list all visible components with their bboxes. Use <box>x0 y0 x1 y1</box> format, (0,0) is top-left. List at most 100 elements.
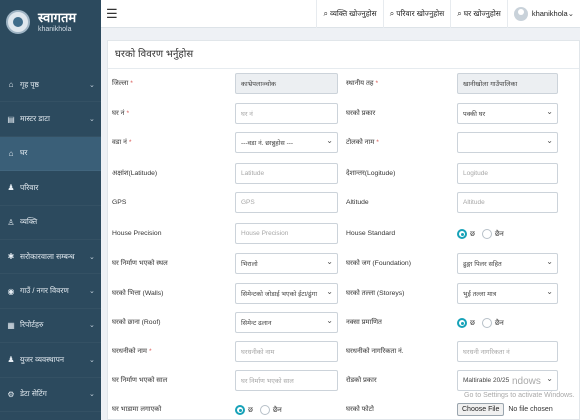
field-label: देशान्तर(Logitude) <box>346 170 396 177</box>
sidebar-item-label: गृह पृष्ठ <box>20 79 39 89</box>
select-field[interactable]: भिरालो <box>235 253 338 274</box>
text-field[interactable]: घर नं <box>235 103 338 124</box>
field-label: घर नं * <box>112 110 130 117</box>
field-label: रोडको प्रकार <box>346 377 377 384</box>
sidebar-item[interactable]: ▦ रिपोर्टहरु ⌄ <box>0 309 101 344</box>
brand: स्वागतम khanikhola <box>0 0 101 44</box>
top-search-link[interactable]: ⌕ परिवार खोज्नुहोस <box>382 0 451 28</box>
select-field[interactable]: पक्की घर <box>457 103 558 124</box>
radio-button[interactable] <box>481 318 492 328</box>
top-search-link[interactable]: ⌕ व्यक्ति खोज्नुहोस <box>316 0 382 28</box>
top-link-label: घर खोज्नुहोस <box>463 8 501 18</box>
user-name: khanikhola <box>531 9 568 18</box>
sidebar-item[interactable]: ♟ युजर व्यवस्थापन ⌄ <box>0 343 101 378</box>
field-value: काभ्रेपलाञ्चोक <box>241 81 276 88</box>
chevron-down-icon: ⌄ <box>89 288 95 296</box>
home-icon: ⌂ <box>8 148 14 158</box>
settings-icon: ⚙ <box>7 389 15 399</box>
field-label: घरको फोटो <box>346 406 374 413</box>
field-value: खानीखोला गाउँपालिका <box>463 81 518 88</box>
field-label: घरको प्रकार <box>346 110 376 117</box>
select-field[interactable]: सिमेन्टको जोडाई भएको ईटा/ढुंगा <box>235 283 338 304</box>
field-label: GPS <box>112 199 127 206</box>
field-label: घरधनीको नागरिकता नं. <box>346 348 404 355</box>
radio-button[interactable] <box>259 405 270 415</box>
brand-title: स्वागतम <box>38 9 77 25</box>
placeholder-text: House Precision <box>241 230 289 237</box>
top-search-link[interactable]: ⌕ घर खोज्नुहोस <box>450 0 507 28</box>
user-menu[interactable]: khanikhola ⌄ <box>506 0 580 28</box>
text-field[interactable]: घर निर्माण भएको साल <box>235 370 338 391</box>
family-icon: ♟ <box>7 183 15 193</box>
field-label: स्थानीय तह * <box>346 80 379 87</box>
required-marker: * <box>376 139 379 146</box>
person-icon: ♙ <box>7 217 15 227</box>
placeholder-text: घरधनी नागरिकता नं <box>463 349 510 356</box>
radio-button[interactable] <box>481 229 492 239</box>
sidebar: स्वागतम khanikhola ⌂ गृह पृष्ठ ⌄ ▤ मास्टर डा… <box>0 0 101 420</box>
sidebar-item-label: गाउँ / नगर विवरण <box>20 286 69 296</box>
radio-button[interactable] <box>235 405 245 415</box>
brand-subtitle: khanikhola <box>38 25 72 33</box>
field-label: नक्सा प्रमाणित <box>346 319 382 326</box>
select-field[interactable]: ---वडा नं. छान्नुहोस --- <box>235 132 338 153</box>
radio-label: छ <box>248 406 253 414</box>
required-marker: * <box>148 348 152 355</box>
chevron-down-icon: ⌄ <box>89 253 95 261</box>
radio-label: छ <box>470 319 475 327</box>
sidebar-item[interactable]: ✱ सरोकारवाला सम्बन्ध ⌄ <box>0 240 101 275</box>
text-field[interactable]: Latitude <box>235 163 338 184</box>
text-field[interactable]: GPS <box>235 192 338 213</box>
sidebar-item[interactable]: ▤ मास्टर डाटा ⌄ <box>0 102 101 137</box>
select-field[interactable]: Maltirable 20/25 <box>457 370 558 391</box>
report-icon: ▦ <box>7 320 15 330</box>
choose-file-button[interactable]: Choose File <box>457 403 505 416</box>
select-field[interactable]: ढुङ्गा पिलर सहित <box>457 253 558 274</box>
avatar <box>513 6 528 21</box>
radio-button[interactable] <box>457 318 467 328</box>
sidebar-item-label: मास्टर डाटा <box>20 114 50 124</box>
sidebar-item[interactable]: ♟ परिवार <box>0 171 101 206</box>
placeholder-text: Altitude <box>463 199 485 206</box>
field-label: वडा नं * <box>112 139 132 146</box>
field-value: भिरालो <box>241 261 258 268</box>
placeholder-text: घर निर्माण भएको साल <box>241 378 294 385</box>
field-label: घर निर्माण भएको साल <box>112 377 168 384</box>
chevron-down-icon: ⌄ <box>89 81 95 89</box>
sidebar-item-label: युजर व्यवस्थापन <box>20 354 65 364</box>
select-field[interactable]: भुईं तल्ला मात्र <box>457 283 558 304</box>
sidebar-item[interactable]: ⌂ घर <box>0 136 101 172</box>
sidebar-item[interactable]: ⚙ डेटा सेटिंग ⌄ <box>0 378 101 412</box>
text-field[interactable]: Altitude <box>457 192 558 213</box>
sidebar-item[interactable]: ♙ व्यक्ति <box>0 206 101 240</box>
field-value: पक्की घर <box>463 111 486 118</box>
required-marker: * <box>375 80 379 87</box>
field-label: House Precision <box>112 230 162 237</box>
location-icon: ◉ <box>7 286 15 296</box>
text-field[interactable]: घरधनी नागरिकता नं <box>457 341 558 362</box>
activation-watermark: ndows <box>512 376 541 387</box>
select-field[interactable] <box>457 132 558 153</box>
text-field[interactable]: Logitude <box>457 163 558 184</box>
sidebar-item[interactable]: ⌂ गृह पृष्ठ ⌄ <box>0 68 101 103</box>
field-label: Altitude <box>346 199 369 206</box>
photo-file-input[interactable]: Choose File No file chosen <box>457 403 553 416</box>
activation-watermark-sub: Go to Settings to activate Windows. <box>464 392 575 399</box>
field-value: Maltirable 20/25 <box>463 377 510 384</box>
sidebar-item[interactable]: ◉ गाउँ / नगर विवरण ⌄ <box>0 274 101 309</box>
radio-label: छैन <box>494 230 504 238</box>
field-label: अक्षांश(Latitude) <box>112 170 158 177</box>
radio-button[interactable] <box>457 229 467 239</box>
field-label: घरधनीको नाम * <box>112 348 152 355</box>
field-label: जिल्ला * <box>112 80 133 87</box>
placeholder-text: GPS <box>241 199 255 206</box>
text-field[interactable]: House Precision <box>235 223 338 244</box>
select-field[interactable]: सिमेन्ट ढलान <box>235 312 338 333</box>
placeholder-text: Logitude <box>463 170 488 177</box>
menu-toggle-icon[interactable]: ☰ <box>106 6 120 22</box>
gear-icon: ✱ <box>7 252 15 262</box>
chevron-down-icon: ⌄ <box>89 391 95 399</box>
search-icon: ⌕ <box>323 8 328 18</box>
text-field: खानीखोला गाउँपालिका <box>457 73 558 94</box>
text-field[interactable]: घरधनीको नाम <box>235 341 338 362</box>
